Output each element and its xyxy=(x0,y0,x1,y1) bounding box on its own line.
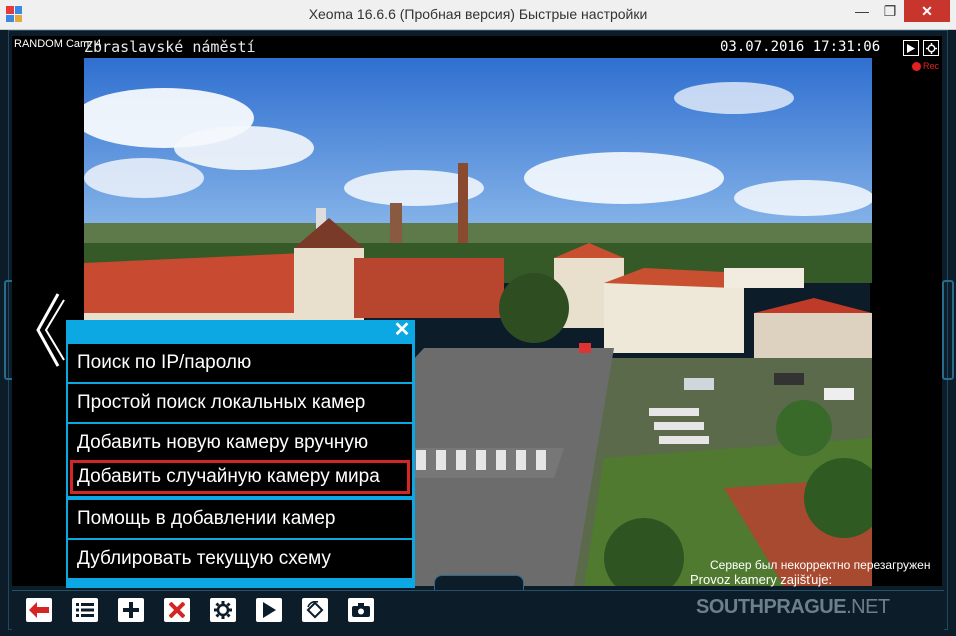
toolbar-handle[interactable] xyxy=(434,575,524,591)
menu-item-camera-add-help[interactable]: Помощь в добавлении камер xyxy=(68,500,412,538)
previous-chevron-icon[interactable] xyxy=(34,292,66,368)
title-bar: Xeoma 16.6.6 (Пробная версия) Быстрые на… xyxy=(0,0,956,30)
close-window-button[interactable]: ✕ xyxy=(904,0,950,22)
menu-item-add-random-world-camera[interactable]: Добавить случайную камеру мира xyxy=(68,458,412,496)
camera-location-label: Zbraslavské náměstí xyxy=(84,38,256,56)
menu-item-add-camera-manually[interactable]: Добавить новую камеру вручную xyxy=(68,424,412,462)
right-frame-decoration xyxy=(942,280,954,380)
rotate-icon[interactable] xyxy=(302,598,328,622)
list-icon[interactable] xyxy=(72,598,98,622)
server-message: Сервер был некорректно перезагружен xyxy=(710,558,931,572)
menu-close-icon[interactable]: ✕ xyxy=(393,320,411,340)
add-camera-menu: ✕ Поиск по IP/паролю Простой поиск локал… xyxy=(66,320,415,588)
maximize-button[interactable]: ❐ xyxy=(876,0,904,22)
play-icon[interactable] xyxy=(903,40,919,56)
settings-icon[interactable] xyxy=(210,598,236,622)
record-dot-icon xyxy=(912,61,921,71)
provider-label: Provoz kamery zajišťuje: xyxy=(690,572,833,587)
camera-icon[interactable] xyxy=(348,598,374,622)
menu-item-duplicate-scheme[interactable]: Дублировать текущую схему xyxy=(68,540,412,578)
minimize-button[interactable]: — xyxy=(848,0,876,22)
back-arrow-icon[interactable] xyxy=(26,598,52,622)
southprague-logo: SOUTHPRAGUE.NET xyxy=(696,596,890,618)
delete-icon[interactable] xyxy=(164,598,190,622)
menu-item-search-ip[interactable]: Поиск по IP/паролю xyxy=(68,344,412,382)
window-title: Xeoma 16.6.6 (Пробная версия) Быстрые на… xyxy=(308,6,648,22)
add-icon[interactable] xyxy=(118,598,144,622)
play-icon[interactable] xyxy=(256,598,282,622)
recording-indicator: Rec xyxy=(912,61,939,71)
menu-item-simple-local-search[interactable]: Простой поиск локальных камер xyxy=(68,384,412,422)
camera-timestamp: 03.07.2016 17:31:06 xyxy=(720,39,881,55)
gear-icon[interactable] xyxy=(923,40,939,56)
